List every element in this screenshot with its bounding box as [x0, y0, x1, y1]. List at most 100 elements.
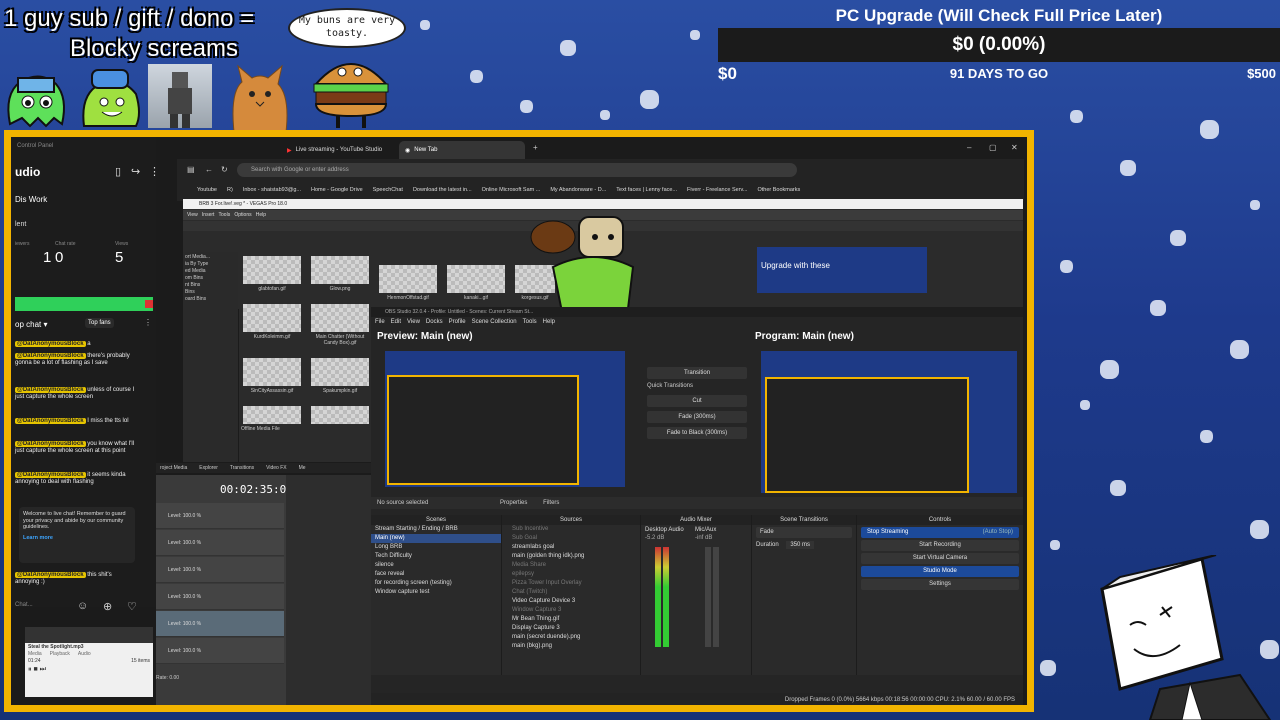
- source-item[interactable]: Window Capture 3: [502, 606, 640, 615]
- bookmark-item[interactable]: Other Bookmarks: [757, 187, 800, 193]
- bookmark-item[interactable]: My Abandonware - D...: [550, 187, 606, 193]
- menu-item[interactable]: Help: [543, 319, 555, 325]
- source-item[interactable]: Pizza Tower Input Overlay: [502, 579, 640, 588]
- scene-item[interactable]: Window capture test: [371, 588, 501, 597]
- top-fans-button[interactable]: Top fans: [85, 318, 114, 328]
- media-thumbnail[interactable]: [447, 265, 505, 293]
- close-icon[interactable]: [145, 300, 153, 308]
- minimize-icon[interactable]: –: [967, 143, 971, 152]
- menu-item[interactable]: View: [407, 319, 420, 325]
- bookmark-item[interactable]: Youtube: [197, 187, 217, 193]
- scene-item[interactable]: face reveal: [371, 570, 501, 579]
- tab-more[interactable]: Me: [299, 463, 306, 473]
- preview-canvas[interactable]: [385, 351, 625, 487]
- refresh-icon[interactable]: ↻: [221, 165, 228, 174]
- source-item[interactable]: Chat (Twitch): [502, 588, 640, 597]
- bookmark-item[interactable]: Home - Google Drive: [311, 187, 363, 193]
- filters-button[interactable]: Filters: [543, 500, 559, 506]
- media-thumbnail[interactable]: [243, 304, 301, 332]
- address-bar[interactable]: Search with Google or enter address: [237, 163, 797, 177]
- close-icon[interactable]: ✕: [1011, 143, 1018, 152]
- tree-item[interactable]: ed Media: [185, 268, 236, 275]
- menu-item[interactable]: Help: [256, 212, 266, 218]
- learn-more-link[interactable]: Learn more: [23, 535, 131, 542]
- timeline-track[interactable]: Level: 100.0 %: [156, 584, 284, 610]
- tab-project-media[interactable]: roject Media: [160, 463, 187, 473]
- settings-button[interactable]: Settings: [861, 579, 1019, 590]
- timeline-track[interactable]: Level: 100.0 %: [156, 557, 284, 583]
- bookmark-item[interactable]: SpeechChat: [373, 187, 403, 193]
- share-icon[interactable]: ↪: [131, 165, 140, 178]
- chat-user[interactable]: @DatAnonymousBlock: [15, 472, 86, 478]
- source-item[interactable]: main (golden thing idk).png: [502, 552, 640, 561]
- source-item[interactable]: Video Capture Device 3: [502, 597, 640, 606]
- timeline-track[interactable]: Level: 100.0 %: [156, 611, 284, 637]
- tab-youtube-studio[interactable]: ▶ Live streaming - YouTube Studio: [281, 141, 393, 159]
- media-thumbnail[interactable]: [243, 358, 301, 386]
- maximize-icon[interactable]: ▢: [989, 143, 997, 152]
- tree-item[interactable]: Bins: [185, 289, 236, 296]
- tree-item[interactable]: ort Media...: [185, 254, 236, 261]
- timeline-track[interactable]: Level: 100.0 %: [156, 530, 284, 556]
- chat-menu-icon[interactable]: ⋮: [144, 318, 152, 327]
- menu-item[interactable]: Scene Collection: [472, 319, 517, 325]
- heart-icon[interactable]: ♡: [127, 600, 137, 613]
- media-thumbnail[interactable]: [311, 406, 369, 424]
- transition-select[interactable]: Fade: [756, 527, 852, 538]
- bookmark-item[interactable]: Download the latest in...: [413, 187, 472, 193]
- bookmark-icon[interactable]: ▯: [115, 165, 121, 178]
- menu-item[interactable]: File: [375, 319, 385, 325]
- emoji-icon[interactable]: ☺: [77, 600, 88, 612]
- stop-icon[interactable]: ■: [33, 666, 37, 673]
- chat-user[interactable]: @DatAnonymousBlock: [15, 353, 86, 359]
- duration-input[interactable]: 350 ms: [786, 541, 815, 549]
- tree-item[interactable]: ia By Type: [185, 261, 236, 268]
- auto-stop-button[interactable]: (Auto Stop): [983, 527, 1013, 538]
- menu-item[interactable]: View: [187, 212, 198, 218]
- chat-user[interactable]: @DatAnonymousBlock: [15, 441, 86, 447]
- media-thumbnail[interactable]: [311, 256, 369, 284]
- tree-item[interactable]: om Bins: [185, 275, 236, 282]
- menu-item[interactable]: Profile: [449, 319, 466, 325]
- player-tab[interactable]: Media: [28, 651, 42, 657]
- menu-item[interactable]: Tools: [523, 319, 537, 325]
- player-tab[interactable]: Audio: [78, 651, 91, 657]
- source-item[interactable]: main (bkg).png: [502, 642, 640, 651]
- tab-transitions[interactable]: Transitions: [230, 463, 254, 473]
- start-virtual-camera-button[interactable]: Start Virtual Camera: [861, 553, 1019, 564]
- timeline-track[interactable]: Level: 100.0 %: [156, 638, 284, 664]
- source-item[interactable]: Media Share: [502, 561, 640, 570]
- scene-item[interactable]: Long BRB: [371, 543, 501, 552]
- more-icon[interactable]: ⋮: [149, 165, 160, 178]
- chat-user[interactable]: @DatAnonymousBlock: [15, 341, 86, 347]
- bookmark-item[interactable]: Text faces | Lenny face...: [616, 187, 677, 193]
- sidebar-icon[interactable]: ▤: [187, 165, 195, 174]
- properties-button[interactable]: Properties: [500, 500, 527, 506]
- menu-item[interactable]: Options: [234, 212, 251, 218]
- tree-item[interactable]: oard Bins: [185, 296, 236, 303]
- tree-item[interactable]: nt Bins: [185, 282, 236, 289]
- stop-streaming-button[interactable]: Stop Streaming: [867, 527, 908, 538]
- back-icon[interactable]: ←: [205, 165, 213, 174]
- scene-item[interactable]: Main (new): [371, 534, 501, 543]
- source-item[interactable]: Mr Bean Thing.gif: [502, 615, 640, 624]
- pause-icon[interactable]: ⏸: [28, 666, 32, 673]
- player-tab[interactable]: Playback: [50, 651, 70, 657]
- transition-button[interactable]: Transition: [647, 367, 747, 379]
- new-tab-icon[interactable]: +: [533, 143, 538, 152]
- media-thumbnail[interactable]: [311, 358, 369, 386]
- timeline-track[interactable]: Level: 100.0 %: [156, 503, 284, 529]
- chat-user[interactable]: @DatAnonymousBlock: [15, 387, 86, 393]
- quick-transition-fade-black[interactable]: Fade to Black (300ms): [647, 427, 747, 439]
- tab-video-fx[interactable]: Video FX: [266, 463, 286, 473]
- scene-item[interactable]: Stream Starting / Ending / BRB: [371, 525, 501, 534]
- bookmark-item[interactable]: R): [227, 187, 233, 193]
- quick-transition-cut[interactable]: Cut: [647, 395, 747, 407]
- bookmark-item[interactable]: Inbox - shaistab93@g...: [243, 187, 301, 193]
- timeline-area[interactable]: [286, 475, 384, 705]
- studio-mode-button[interactable]: Studio Mode: [861, 566, 1019, 577]
- media-thumbnail[interactable]: [379, 265, 437, 293]
- media-thumbnail[interactable]: [243, 256, 301, 284]
- scene-item[interactable]: Tech Difficulty: [371, 552, 501, 561]
- tab-new-tab[interactable]: ◉ New Tab: [399, 141, 525, 159]
